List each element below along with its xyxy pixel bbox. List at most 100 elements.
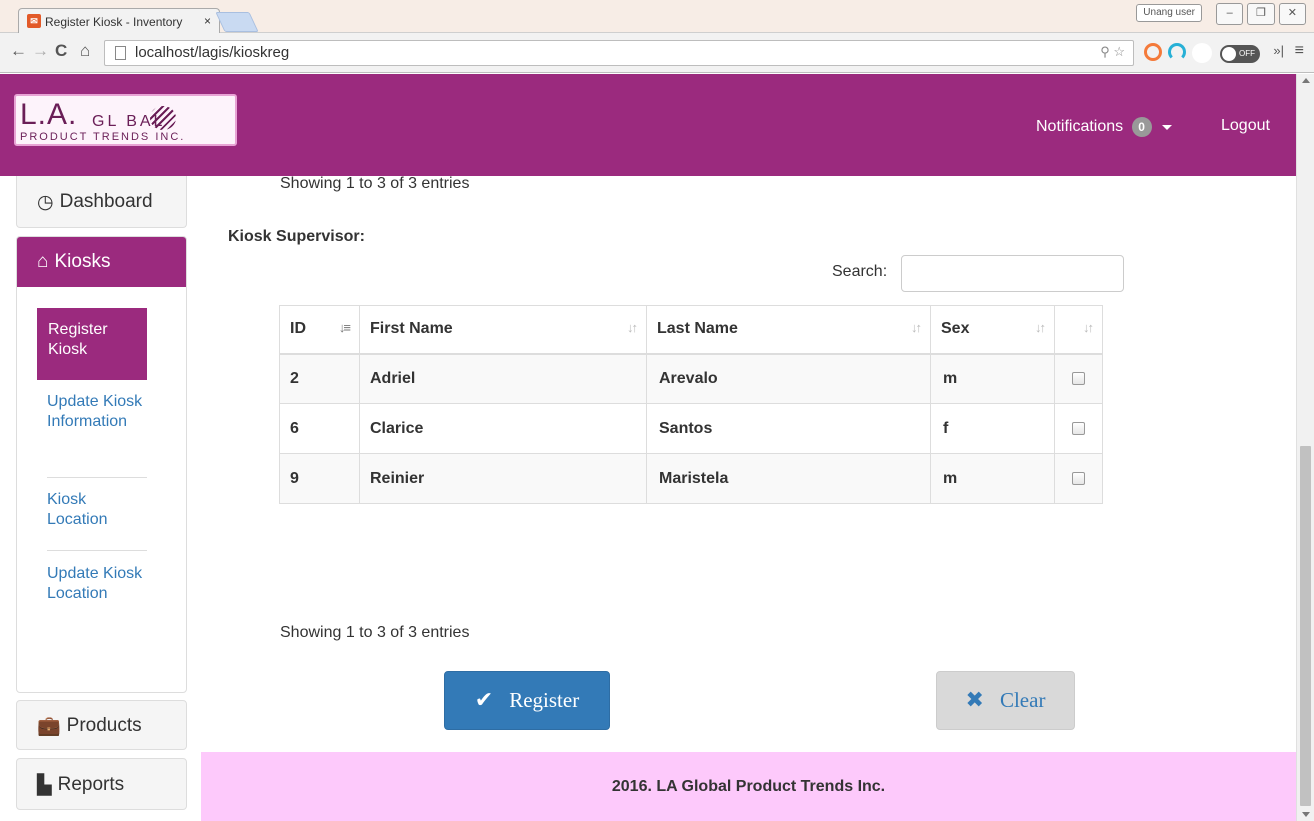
sort-icon: ↓↑: [627, 320, 638, 335]
logo-text-main: L.A.: [20, 98, 78, 131]
scroll-down-icon[interactable]: [1302, 812, 1310, 817]
minimize-icon[interactable]: –: [1216, 3, 1244, 25]
tab-title: Register Kiosk - Inventory: [45, 15, 183, 29]
new-tab-button[interactable]: [215, 12, 259, 32]
page-scrollbar[interactable]: [1296, 74, 1314, 821]
cell-sex: f: [930, 403, 1055, 454]
restore-icon[interactable]: ❐: [1247, 3, 1275, 25]
clear-button[interactable]: ✖ Clear: [936, 671, 1075, 730]
upload-icon[interactable]: [1192, 43, 1212, 63]
cell-select: [1054, 453, 1103, 504]
notifications-dropdown[interactable]: Notifications 0: [1036, 117, 1173, 137]
logout-link[interactable]: Logout: [1221, 117, 1270, 135]
close-icon: ✖: [965, 688, 984, 713]
sidebar-item-dashboard: Dashboard: [59, 191, 153, 212]
dashboard-icon: ◷: [37, 191, 54, 213]
register-button[interactable]: ✔ Register: [444, 671, 610, 730]
sidebar-item-kiosk-location[interactable]: Kiosk Location: [47, 490, 147, 530]
file-icon: ▙: [37, 774, 52, 796]
sidebar-item-products: Products: [66, 715, 142, 736]
sort-asc-icon: ↓≡: [338, 320, 351, 335]
address-url: localhost/lagis/kioskreg: [135, 44, 290, 61]
cell-sex: m: [930, 453, 1055, 504]
clear-button-label: Clear: [999, 688, 1046, 712]
notifications-count-badge: 0: [1131, 117, 1152, 137]
scroll-up-icon[interactable]: [1302, 78, 1310, 83]
cell-select: [1054, 353, 1103, 404]
row-checkbox[interactable]: [1072, 372, 1085, 386]
browser-tab[interactable]: ✉ Register Kiosk - Inventory ×: [18, 8, 220, 34]
footer-text: 2016. LA Global Product Trends Inc.: [611, 777, 886, 795]
table-info-top: Showing 1 to 3 of 3 entries: [280, 175, 470, 192]
address-bar[interactable]: localhost/lagis/kioskreg ⚲ ☆: [104, 40, 1134, 66]
divider: [47, 550, 147, 551]
extension-toggle[interactable]: OFF: [1220, 45, 1260, 63]
column-header-first-name[interactable]: First Name ↓↑: [359, 305, 647, 355]
headphones-icon[interactable]: [1168, 43, 1186, 61]
window-controls: – ❐ ✕: [1216, 3, 1306, 25]
company-logo[interactable]: L.A. GL BAL PRODUCT TRENDS INC.: [14, 94, 237, 146]
sort-icon: ↓↑: [1035, 320, 1046, 335]
sort-icon: ↓↑: [911, 320, 922, 335]
column-header-id[interactable]: ID ↓≡: [279, 305, 360, 355]
table-header-row: ID ↓≡ First Name ↓↑ Last Name ↓↑ Sex ↓↑ …: [279, 305, 1103, 355]
cell-sex: m: [930, 353, 1055, 404]
sidebar-reports[interactable]: ▙ Reports: [16, 758, 187, 810]
home-icon[interactable]: ⌂: [80, 41, 90, 61]
row-checkbox[interactable]: [1072, 471, 1085, 485]
table-info-bottom: Showing 1 to 3 of 3 entries: [280, 624, 470, 641]
column-header-select[interactable]: ↓↑: [1054, 305, 1103, 355]
column-header-last-name[interactable]: Last Name ↓↑: [646, 305, 931, 355]
column-header-sex[interactable]: Sex ↓↑: [930, 305, 1055, 355]
search-input[interactable]: [901, 255, 1124, 292]
table-row: 6 Clarice Santos f: [279, 403, 1103, 454]
cell-first-name: Clarice: [359, 403, 647, 454]
sidebar-kiosks-panel: ⌂ Kiosks Register Kiosk Update Kiosk Inf…: [16, 236, 187, 693]
reload-icon[interactable]: C: [55, 41, 67, 61]
divider: [47, 477, 147, 478]
search-label: Search:: [832, 263, 888, 280]
sort-icon: ↓↑: [1083, 320, 1094, 335]
sidebar-kiosks-header[interactable]: ⌂ Kiosks: [17, 237, 186, 287]
row-checkbox[interactable]: [1072, 421, 1085, 435]
section-heading: Kiosk Supervisor:: [228, 228, 365, 245]
notifications-label: Notifications: [1036, 118, 1124, 136]
back-icon[interactable]: ←: [10, 41, 27, 61]
home-icon: ⌂: [37, 251, 49, 272]
cell-id: 2: [279, 353, 360, 404]
table-row: 9 Reinier Maristela m: [279, 453, 1103, 504]
cell-last-name: Santos: [646, 403, 931, 454]
sidebar-item-reports: Reports: [57, 774, 125, 795]
page-footer: 2016. LA Global Product Trends Inc.: [201, 752, 1296, 821]
extension-c-icon[interactable]: [1144, 43, 1162, 61]
cell-last-name: Arevalo: [646, 353, 931, 404]
briefcase-icon: 💼: [37, 716, 61, 737]
check-icon: ✔: [474, 688, 494, 713]
chrome-menu-icon[interactable]: ≡: [1295, 42, 1304, 60]
sidebar-products[interactable]: 💼 Products: [16, 700, 187, 750]
favicon-icon: ✉: [27, 14, 41, 28]
cell-select: [1054, 403, 1103, 454]
logo-text-sub: PRODUCT TRENDS INC.: [20, 131, 186, 143]
bookmark-star-icon[interactable]: ⚲ ☆: [1100, 44, 1125, 60]
app-header: L.A. GL BAL PRODUCT TRENDS INC. Notifica…: [0, 74, 1296, 176]
close-tab-icon[interactable]: ×: [204, 14, 211, 28]
table-row: 2 Adriel Arevalo m: [279, 353, 1103, 404]
close-window-icon[interactable]: ✕: [1278, 3, 1306, 25]
cell-id: 9: [279, 453, 360, 504]
sidebar-dashboard[interactable]: ◷ Dashboard: [16, 176, 187, 228]
chevron-down-icon: [1162, 124, 1173, 130]
forward-icon[interactable]: →: [32, 41, 49, 61]
page-icon: [115, 46, 126, 60]
sidebar-item-register-kiosk[interactable]: Register Kiosk: [37, 308, 147, 380]
sidebar-item-update-kiosk-information[interactable]: Update Kiosk Information: [47, 392, 147, 432]
logo-text-mid: GL BAL: [92, 113, 166, 130]
cell-first-name: Adriel: [359, 353, 647, 404]
sidebar-item-update-kiosk-location[interactable]: Update Kiosk Location: [47, 564, 147, 604]
cell-last-name: Maristela: [646, 453, 931, 504]
supervisor-table: ID ↓≡ First Name ↓↑ Last Name ↓↑ Sex ↓↑ …: [279, 305, 1103, 504]
more-extensions-icon[interactable]: »|: [1273, 43, 1284, 58]
profile-badge[interactable]: Unang user: [1136, 4, 1202, 22]
scrollbar-thumb[interactable]: [1300, 446, 1311, 806]
cell-id: 6: [279, 403, 360, 454]
